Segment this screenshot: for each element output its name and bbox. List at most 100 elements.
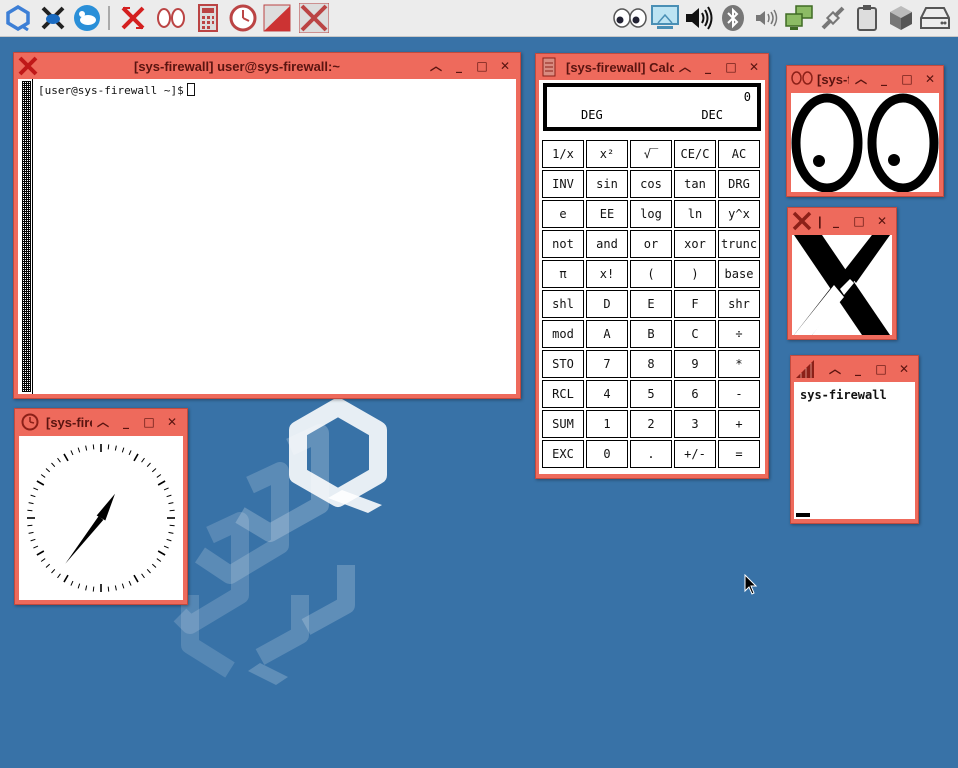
terminal-titlebar[interactable]: [sys-firewall] user@sys-firewall:~ ︿ _ □… [14,53,520,79]
calc-button[interactable]: e [542,200,584,228]
minimize-button[interactable]: _ [828,213,844,229]
calc-button[interactable]: C [674,320,716,348]
maximize-button[interactable]: □ [474,58,490,74]
calc-button[interactable]: sin [586,170,628,198]
volume-small-tray-icon[interactable] [752,3,782,33]
calc-button[interactable]: 8 [630,350,672,378]
calc-button[interactable]: π [542,260,584,288]
terminal-scrollbar[interactable] [22,81,31,392]
calc-button[interactable]: log [630,200,672,228]
calc-button[interactable]: ) [674,260,716,288]
calc-button[interactable]: 6 [674,380,716,408]
calc-button[interactable]: 4 [586,380,628,408]
calc-button[interactable]: 7 [586,350,628,378]
disk-tray-icon[interactable] [920,3,950,33]
maximize-button[interactable]: □ [899,71,915,87]
shade-button[interactable]: ︿ [428,58,444,74]
xkill-icon[interactable] [38,3,68,33]
xfce-mouse-icon[interactable] [72,3,102,33]
calc-button[interactable]: 5 [630,380,672,408]
calc-button[interactable]: 1 [586,410,628,438]
network-off-tray-icon[interactable] [818,3,848,33]
calc-button[interactable]: AC [718,140,760,168]
calc-button[interactable]: B [630,320,672,348]
calc-button[interactable]: . [630,440,672,468]
calc-button[interactable]: shr [718,290,760,318]
minimize-button[interactable]: _ [118,414,134,430]
close-button[interactable]: ✕ [746,59,762,75]
calc-button[interactable]: 0 [586,440,628,468]
calc-button[interactable]: * [718,350,760,378]
bluetooth-tray-icon[interactable] [718,3,748,33]
shade-button[interactable]: ︿ [677,59,693,75]
calc-button[interactable]: E [630,290,672,318]
calculator-window[interactable]: [sys-firewall] Calc ︿ _ □ ✕ 0 DEG DEC 1/… [535,53,769,479]
clock-titlebar[interactable]: [sys-fire ︿ _ □ ✕ [15,409,187,435]
maximize-button[interactable]: □ [723,59,739,75]
xeyes-window[interactable]: [sys-f ︿ _ □ ✕ [786,65,944,197]
calc-button[interactable]: CE/C [674,140,716,168]
display-tray-icon[interactable] [650,3,680,33]
calc-button[interactable]: not [542,230,584,258]
close-button[interactable]: ✕ [896,361,912,377]
calc-button[interactable]: 9 [674,350,716,378]
minimize-button[interactable]: _ [451,58,467,74]
terminal-area[interactable]: [user@sys-firewall ~]$ [18,79,516,394]
xlogo-titlebar[interactable]: | _ □ ✕ [788,208,896,234]
calc-button[interactable]: x! [586,260,628,288]
calc-button[interactable]: x² [586,140,628,168]
calc-button[interactable]: shl [542,290,584,318]
calc-button[interactable]: ( [630,260,672,288]
close-button[interactable]: ✕ [922,71,938,87]
calculator-icon[interactable] [193,3,223,33]
shade-button[interactable]: ︿ [827,361,843,377]
xeyes-titlebar[interactable]: [sys-f ︿ _ □ ✕ [787,66,943,92]
calc-button[interactable]: tan [674,170,716,198]
xload-icon[interactable] [262,3,292,33]
calc-button[interactable]: mod [542,320,584,348]
calc-button[interactable]: D [586,290,628,318]
calc-button[interactable]: RCL [542,380,584,408]
calc-button[interactable]: √‾ [630,140,672,168]
calc-button[interactable]: +/- [674,440,716,468]
minimize-button[interactable]: _ [700,59,716,75]
calc-button[interactable]: F [674,290,716,318]
xlogo-icon[interactable] [118,3,148,33]
calc-button[interactable]: A [586,320,628,348]
calc-button[interactable]: xor [674,230,716,258]
calc-button[interactable]: + [718,410,760,438]
minimize-button[interactable]: _ [850,361,866,377]
close-button[interactable]: ✕ [164,414,180,430]
shade-button[interactable]: ︿ [95,414,111,430]
maximize-button[interactable]: □ [141,414,157,430]
calculator-titlebar[interactable]: [sys-firewall] Calc ︿ _ □ ✕ [536,54,768,80]
calc-button[interactable]: EXC [542,440,584,468]
xeyes-icon[interactable] [156,3,186,33]
close-button[interactable]: ✕ [497,58,513,74]
calc-button[interactable]: cos [630,170,672,198]
xeyes-tray-icon[interactable] [612,3,648,33]
clock-icon[interactable] [228,3,258,33]
calc-button[interactable]: 3 [674,410,716,438]
calc-button[interactable]: EE [586,200,628,228]
calc-button[interactable]: or [630,230,672,258]
terminal-window[interactable]: [sys-firewall] user@sys-firewall:~ ︿ _ □… [13,52,521,399]
calc-button[interactable]: 2 [630,410,672,438]
minimize-button[interactable]: _ [876,71,892,87]
calc-button[interactable]: INV [542,170,584,198]
xlogo-window[interactable]: | _ □ ✕ [787,207,897,340]
calc-button[interactable]: trunc [718,230,760,258]
calc-button[interactable]: and [586,230,628,258]
xload-window[interactable]: ︿ _ □ ✕ sys-firewall [790,355,919,524]
maximize-button[interactable]: □ [873,361,889,377]
clock-window[interactable]: [sys-fire ︿ _ □ ✕ [14,408,188,605]
calc-button[interactable]: 1/x [542,140,584,168]
calc-button[interactable]: STO [542,350,584,378]
volume-tray-icon[interactable] [684,3,714,33]
calc-button[interactable]: ÷ [718,320,760,348]
maximize-button[interactable]: □ [851,213,867,229]
calc-button[interactable]: ln [674,200,716,228]
close-button[interactable]: ✕ [874,213,890,229]
calc-button[interactable]: - [718,380,760,408]
qube-cube-tray-icon[interactable] [886,3,916,33]
